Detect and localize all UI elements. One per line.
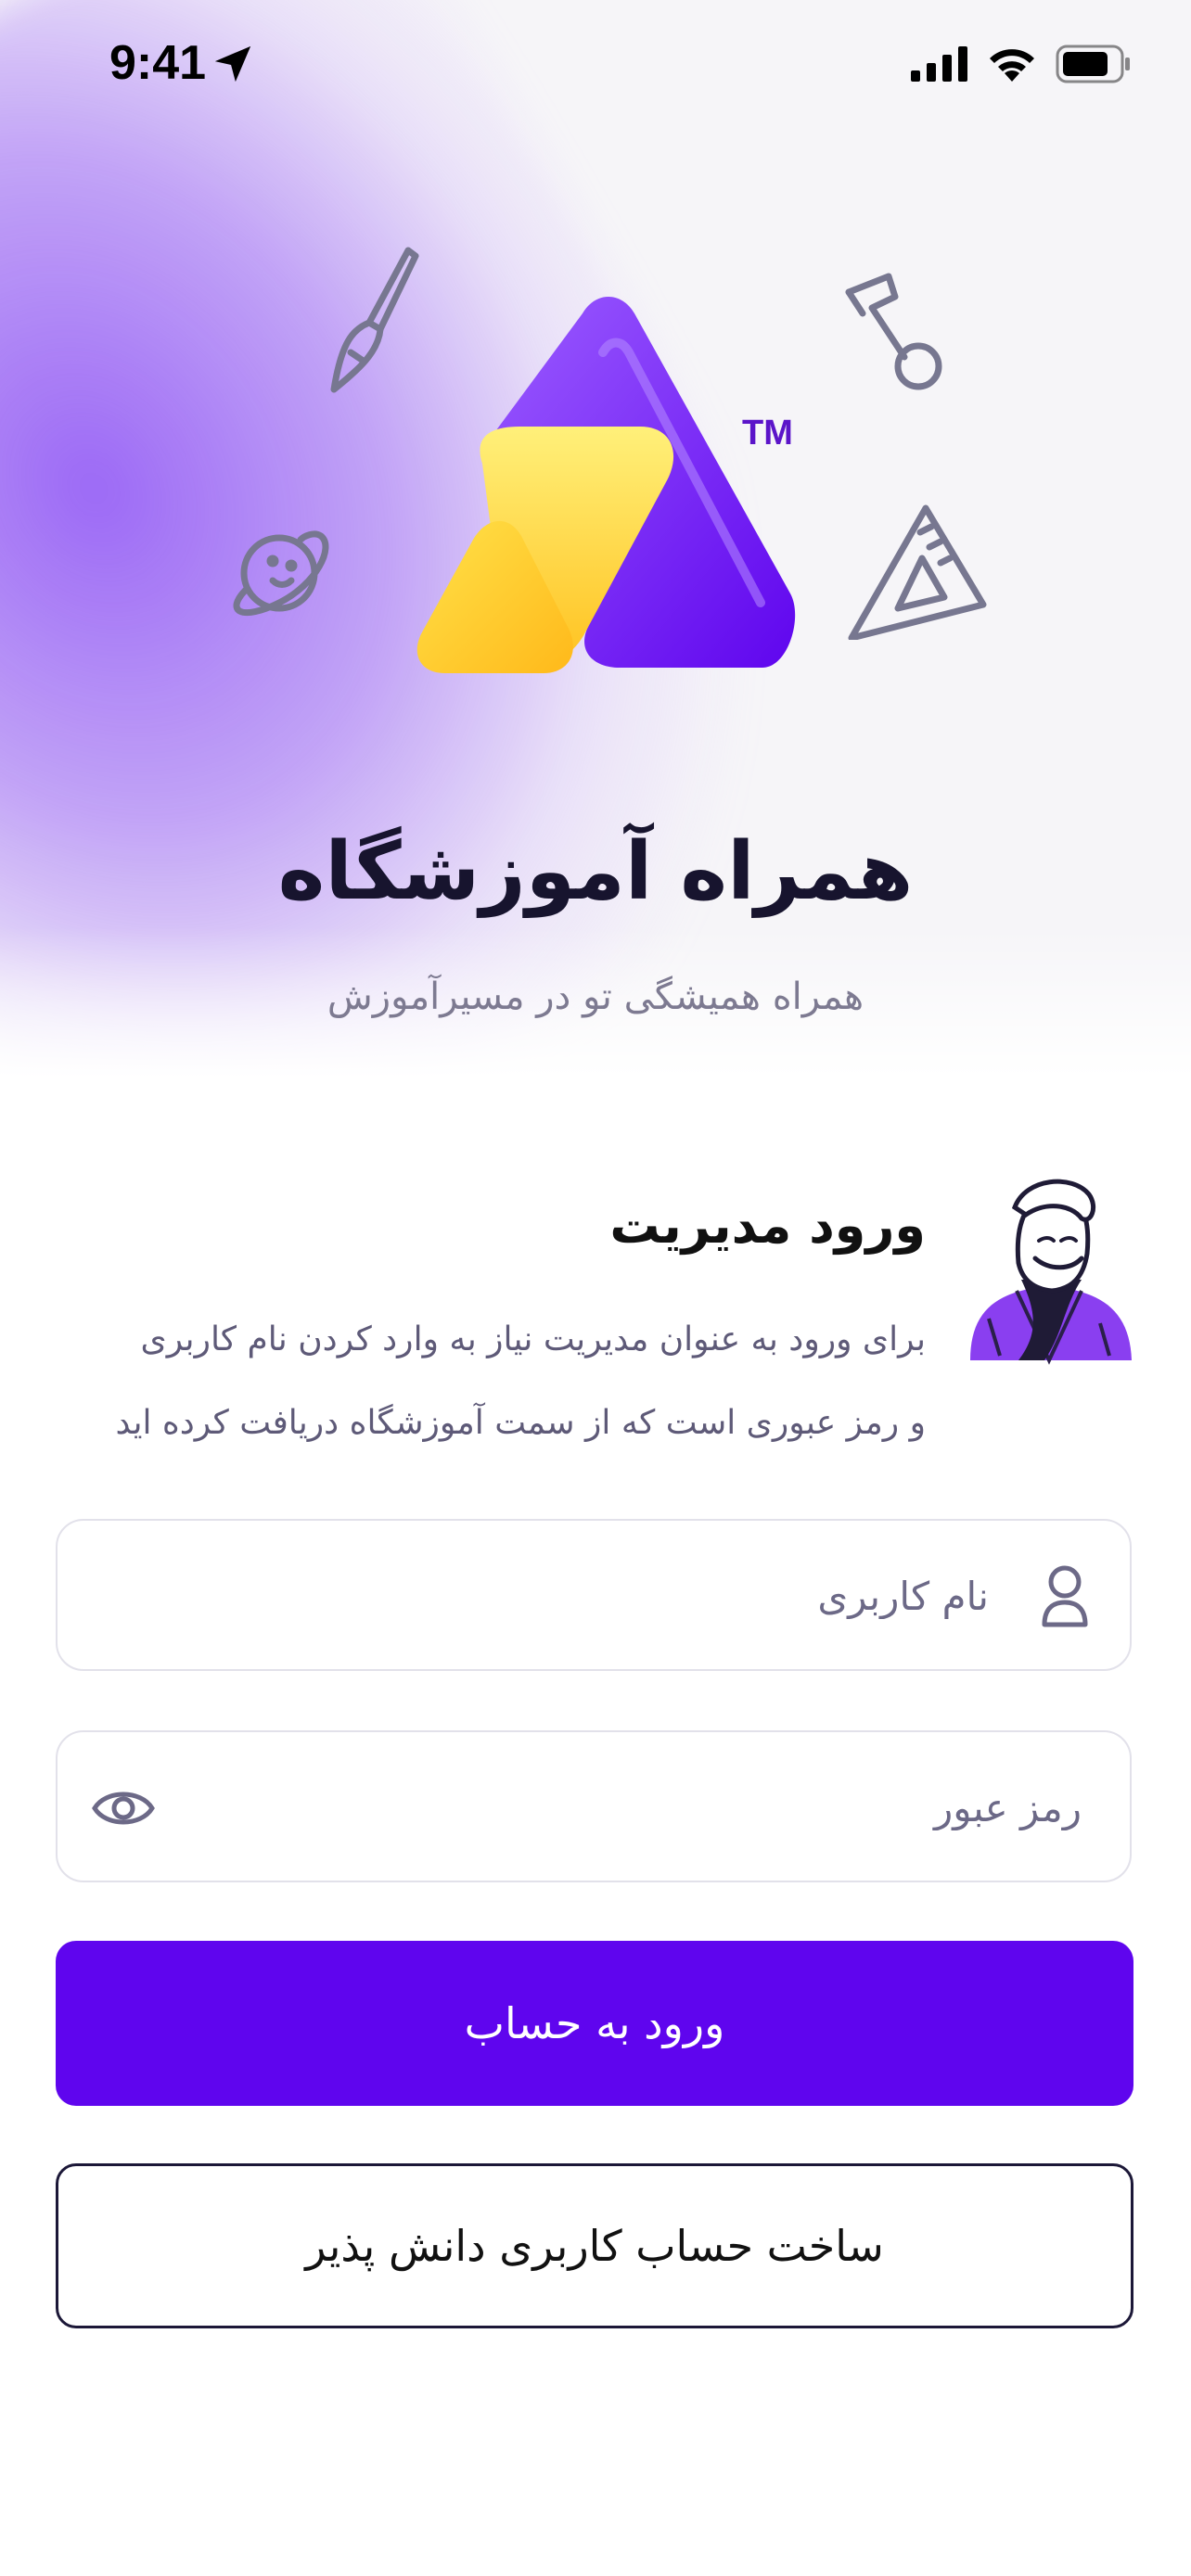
username-input[interactable]: [106, 1521, 991, 1671]
app-subtitle: همراه همیشگی تو در مسیرآموزش: [327, 976, 864, 1018]
login-description: برای ورود به عنوان مدیریت نیاز به وارد ک…: [72, 1298, 926, 1465]
status-bar: 9:41: [0, 0, 1191, 130]
status-time: 9:41: [109, 36, 207, 90]
location-arrow-icon: [214, 45, 251, 83]
set-square-icon: [848, 504, 987, 640]
username-field[interactable]: [56, 1519, 1132, 1671]
login-button[interactable]: ورود به حساب: [56, 1941, 1133, 2106]
battery-icon: [1056, 45, 1130, 83]
manager-avatar: [970, 1179, 1132, 1365]
password-field[interactable]: [56, 1730, 1132, 1882]
user-icon: [1042, 1565, 1088, 1627]
wifi-icon: [990, 49, 1034, 82]
app-title: همراه آموزشگاه: [277, 825, 914, 918]
password-input[interactable]: [208, 1732, 1083, 1882]
signal-icon: [911, 46, 967, 82]
music-note-icon: [845, 273, 942, 390]
trademark-label: TM: [742, 414, 793, 453]
app-logo: [416, 297, 796, 673]
eye-icon[interactable]: [91, 1780, 156, 1836]
create-student-account-button[interactable]: ساخت حساب کاربری دانش پذیر: [56, 2163, 1133, 2328]
planet-icon: [233, 530, 329, 617]
login-description-line2: و رمز عبوری است که از سمت آموزشگاه دریاف…: [115, 1404, 926, 1442]
login-heading: ورود مدیریت: [609, 1196, 926, 1255]
login-description-line1: برای ورود به عنوان مدیریت نیاز به وارد ک…: [140, 1320, 926, 1358]
